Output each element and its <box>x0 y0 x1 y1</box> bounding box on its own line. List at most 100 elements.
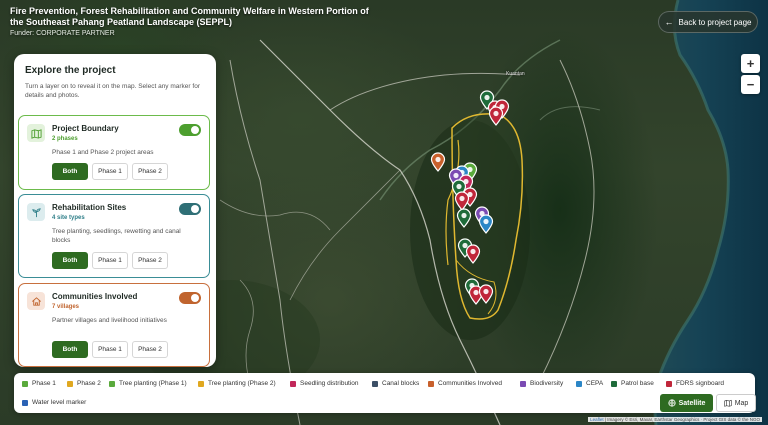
map-marker[interactable] <box>488 106 504 131</box>
arrow-left-icon: ← <box>664 17 674 27</box>
legend-label: CEPA <box>586 380 604 387</box>
legend-item: Patrol base <box>611 380 654 387</box>
map-pin-icon <box>478 284 494 304</box>
legend-swatch <box>428 380 434 387</box>
filter-both-button[interactable]: Both <box>52 341 88 358</box>
map-legend: Phase 1 Phase 2 Tree planting (Phase 1) … <box>14 373 755 413</box>
zoom-out-button[interactable]: − <box>741 75 760 94</box>
town-label: Kuantan <box>506 71 525 77</box>
layer-count: 7 villages <box>52 304 80 310</box>
back-button-label: Back to project page <box>678 17 752 27</box>
layer-card-project-boundary[interactable]: Project Boundary 2 phases Phase 1 and Ph… <box>18 115 210 190</box>
layer-description: Phase 1 and Phase 2 project areas <box>52 149 154 156</box>
legend-swatch <box>109 380 115 387</box>
map-pin-icon <box>465 244 481 264</box>
panel-intro: Turn a layer on to reveal it on the map.… <box>25 83 200 99</box>
legend-item: Phase 2 <box>67 380 101 387</box>
leaflet-link[interactable]: Leaflet <box>590 417 604 422</box>
legend-swatch <box>290 380 296 387</box>
satellite-view-button[interactable]: Satellite <box>660 394 713 412</box>
layer-name: Rehabilitation Sites <box>52 203 127 212</box>
legend-swatch <box>22 380 28 387</box>
map-marker[interactable] <box>456 208 472 233</box>
legend-swatch <box>520 380 526 387</box>
layer-count: 2 phases <box>52 136 78 142</box>
back-to-project-button[interactable]: ← Back to project page <box>658 11 758 33</box>
filter-both-button[interactable]: Both <box>52 252 88 269</box>
phase-filter: Both Phase 1 Phase 2 <box>52 163 168 180</box>
attribution-text: | Imagery © Esri, Maxar, Earthstar Geogr… <box>603 417 760 422</box>
map-pin-icon <box>456 208 472 228</box>
legend-swatch <box>666 380 672 387</box>
legend-item: Phase 1 <box>22 380 56 387</box>
legend-swatch <box>22 399 28 406</box>
globe-icon <box>667 399 676 407</box>
map-label: Map <box>734 399 749 407</box>
legend-item: CEPA <box>576 380 603 387</box>
filter-phase2-button[interactable]: Phase 2 <box>132 163 168 180</box>
project-header: Fire Prevention, Forest Rehabilitation a… <box>10 6 370 37</box>
layer-toggle[interactable] <box>179 124 201 136</box>
legend-swatch <box>611 380 617 387</box>
legend-item: Biodiversity <box>520 380 563 387</box>
legend-item: Tree planting (Phase 2) <box>198 380 276 387</box>
filter-both-button[interactable]: Both <box>52 163 88 180</box>
legend-item: FDRS signboard <box>666 380 724 387</box>
map-pin-icon <box>488 106 504 126</box>
legend-swatch <box>576 380 582 387</box>
legend-label: Seedling distribution <box>300 380 359 387</box>
legend-label: Canal blocks <box>382 380 420 387</box>
legend-label: Water level marker <box>32 399 87 406</box>
legend-label: Biodiversity <box>530 380 564 387</box>
layer-toggle[interactable] <box>179 292 201 304</box>
map-attribution: Leaflet | Imagery © Esri, Maxar, Earthst… <box>588 417 762 422</box>
map-marker[interactable] <box>478 284 494 309</box>
legend-label: Communities Involved <box>438 380 502 387</box>
phase-filter: Both Phase 1 Phase 2 <box>52 252 168 269</box>
legend-swatch <box>198 380 204 387</box>
map-marker[interactable] <box>465 244 481 269</box>
legend-item: Communities Involved <box>428 380 502 387</box>
map-view-button[interactable]: Map <box>716 394 756 412</box>
legend-item: Tree planting (Phase 1) <box>109 380 187 387</box>
filter-phase1-button[interactable]: Phase 1 <box>92 252 128 269</box>
layer-name: Project Boundary <box>52 124 119 133</box>
map-pin-icon <box>478 214 494 234</box>
legend-label: Phase 1 <box>32 380 56 387</box>
layer-name: Communities Involved <box>52 292 138 301</box>
map-marker[interactable] <box>430 152 446 177</box>
layer-description: Tree planting, seedlings, rewetting and … <box>52 228 181 244</box>
panel-title: Explore the project <box>25 65 116 76</box>
map-pin-icon <box>430 152 446 172</box>
legend-swatch <box>372 380 378 387</box>
project-title: Fire Prevention, Forest Rehabilitation a… <box>10 6 369 27</box>
explore-panel: Explore the project Turn a layer on to r… <box>14 54 216 367</box>
filter-phase2-button[interactable]: Phase 2 <box>132 252 168 269</box>
map-icon <box>27 124 45 142</box>
home-icon <box>27 292 45 310</box>
legend-item: Canal blocks <box>372 380 419 387</box>
layer-count: 4 site types <box>52 215 85 221</box>
filter-phase1-button[interactable]: Phase 1 <box>92 163 128 180</box>
map-icon <box>724 399 732 407</box>
satellite-label: Satellite <box>678 399 706 407</box>
layer-toggle[interactable] <box>179 203 201 215</box>
legend-label: Tree planting (Phase 1) <box>119 380 187 387</box>
layer-card-rehabilitation-sites[interactable]: Rehabilitation Sites 4 site types Tree p… <box>18 194 210 278</box>
zoom-in-button[interactable]: + <box>741 54 760 73</box>
legend-item: Water level marker <box>22 399 86 406</box>
layer-card-communities-involved[interactable]: Communities Involved 7 villages Partner … <box>18 283 210 367</box>
legend-label: Phase 2 <box>77 380 101 387</box>
legend-label: Patrol base <box>621 380 654 387</box>
layer-description: Partner villages and livelihood initiati… <box>52 317 167 324</box>
map-marker[interactable] <box>478 214 494 239</box>
legend-item: Seedling distribution <box>290 380 359 387</box>
legend-swatch <box>67 380 73 387</box>
filter-phase2-button[interactable]: Phase 2 <box>132 341 168 358</box>
sprout-icon <box>27 203 45 221</box>
legend-label: Tree planting (Phase 2) <box>208 380 276 387</box>
funder-label: Funder: CORPORATE PARTNER <box>10 30 115 37</box>
legend-label: FDRS signboard <box>676 380 725 387</box>
filter-phase1-button[interactable]: Phase 1 <box>92 341 128 358</box>
phase-filter: Both Phase 1 Phase 2 <box>52 341 168 358</box>
